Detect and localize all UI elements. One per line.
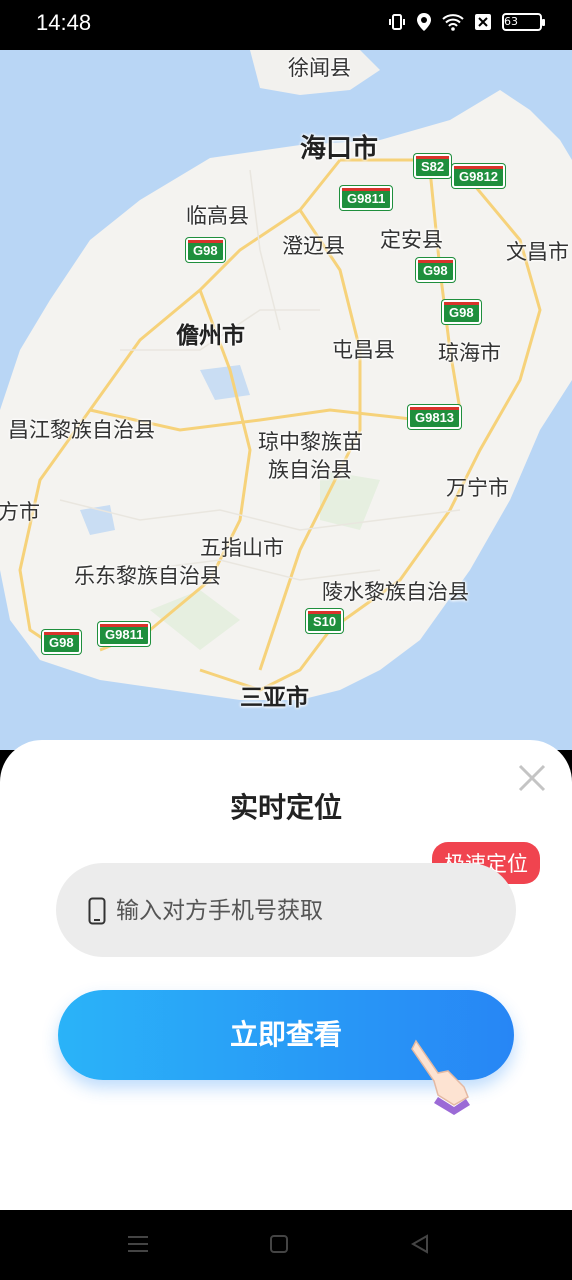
city-label-qiongzhong-2: 族自治县 — [268, 458, 352, 482]
city-label-wuzhishan: 五指山市 — [200, 536, 284, 560]
city-label-haikou: 海口市 — [300, 134, 379, 164]
menu-icon[interactable] — [127, 1234, 149, 1258]
sim-off-icon — [474, 13, 492, 31]
city-label-changjiang: 昌江黎族自治县 — [8, 418, 155, 442]
back-icon[interactable] — [410, 1234, 430, 1258]
city-label-dingan: 定安县 — [380, 228, 443, 252]
pointing-hand-icon — [408, 1035, 478, 1119]
status-time: 14:48 — [36, 10, 92, 35]
system-nav-bar — [0, 1210, 572, 1280]
highway-shield: G98 — [186, 238, 225, 262]
highway-shield: G98 — [442, 300, 481, 324]
phone-icon — [88, 897, 106, 929]
city-label-chengmai: 澄迈县 — [282, 234, 345, 258]
sheet-title: 实时定位 — [229, 791, 342, 824]
highway-shield: G9812 — [452, 164, 506, 188]
wifi-icon — [442, 13, 464, 31]
island-map — [0, 50, 572, 700]
city-label-xuwen: 徐闻县 — [288, 56, 351, 80]
city-label-qionghai: 琼海市 — [438, 341, 501, 365]
map-view[interactable]: 徐闻县 海口市 临高县 澄迈县 定安县 文昌市 儋州市 屯昌县 琼海市 昌江黎族… — [0, 50, 572, 750]
highway-shield: G98 — [42, 630, 81, 654]
home-icon[interactable] — [269, 1234, 289, 1258]
city-label-ledong: 乐东黎族自治县 — [74, 564, 221, 588]
phone-number-input[interactable] — [114, 889, 498, 933]
location-icon — [416, 12, 432, 32]
city-label-dongfang: 方市 — [0, 500, 40, 524]
location-sheet: 实时定位 极速定位 立即查看 — [0, 740, 572, 1210]
highway-shield: G9811 — [98, 622, 151, 646]
city-label-danzhou: 儋州市 — [176, 323, 245, 349]
highway-shield: G98 — [416, 258, 455, 282]
highway-shield: G9813 — [408, 405, 462, 429]
city-label-wanning: 万宁市 — [446, 476, 509, 500]
battery-icon: 63 — [502, 13, 545, 31]
city-label-tunchang: 屯昌县 — [332, 338, 395, 362]
city-label-wenchang: 文昌市 — [506, 240, 569, 264]
phone-input-box[interactable] — [56, 863, 516, 957]
status-bar: 14:48 63 — [0, 0, 572, 50]
highway-shield: S82 — [414, 154, 452, 178]
city-label-lingshui: 陵水黎族自治县 — [322, 580, 469, 604]
city-label-qiongzhong-1: 琼中黎族苗 — [258, 430, 363, 454]
highway-shield: S10 — [306, 609, 344, 633]
highway-shield: G9811 — [340, 186, 393, 210]
vibrate-icon — [388, 13, 406, 31]
city-label-sanya: 三亚市 — [240, 685, 309, 711]
city-label-lingao: 临高县 — [186, 204, 249, 228]
